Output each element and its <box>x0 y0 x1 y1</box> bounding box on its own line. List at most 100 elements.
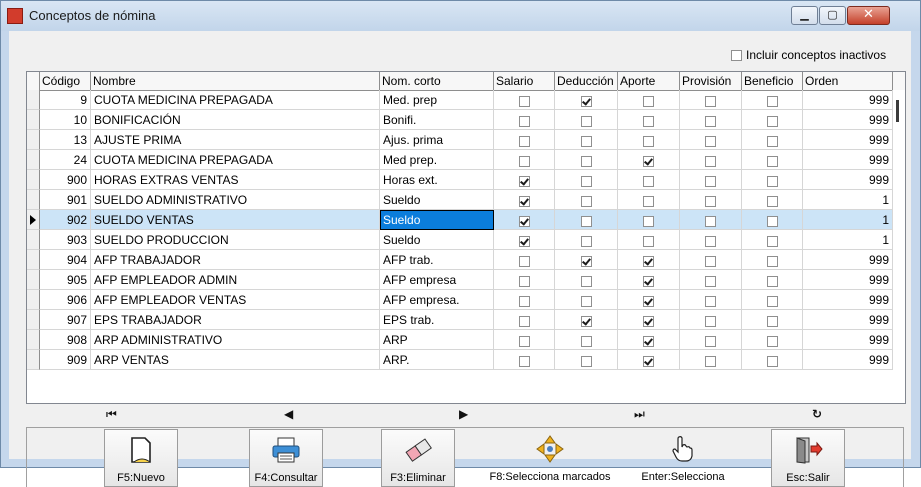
beneficio-checkbox[interactable] <box>766 155 778 167</box>
salario-checkbox[interactable] <box>518 295 530 307</box>
cell-salario[interactable] <box>494 190 555 210</box>
cell-salario[interactable] <box>494 110 555 130</box>
beneficio-checkbox[interactable] <box>766 195 778 207</box>
aporte-checkbox[interactable] <box>643 95 654 107</box>
cell-beneficio[interactable] <box>742 210 803 230</box>
cell-codigo[interactable]: 903 <box>40 230 91 250</box>
row-indicator[interactable] <box>27 350 40 370</box>
deduccion-checkbox[interactable] <box>580 275 592 287</box>
cell-aporte[interactable] <box>618 170 680 190</box>
cell-salario[interactable] <box>494 330 555 350</box>
deduccion-checkbox[interactable] <box>580 95 592 107</box>
minimize-button[interactable]: ▁ <box>791 6 818 25</box>
beneficio-checkbox[interactable] <box>766 135 778 147</box>
table-row[interactable]: 902 SUELDO VENTAS Sueldo 1 <box>27 210 893 230</box>
beneficio-checkbox[interactable] <box>766 215 778 227</box>
table-row[interactable]: 909 ARP VENTAS ARP. 999 <box>27 350 893 370</box>
last-record-icon[interactable]: ⏭ <box>634 407 645 422</box>
cell-beneficio[interactable] <box>742 250 803 270</box>
salario-checkbox[interactable] <box>518 95 530 107</box>
provision-checkbox[interactable] <box>705 315 716 327</box>
deduccion-checkbox[interactable] <box>580 295 592 307</box>
select-button[interactable]: Enter:Selecciona <box>633 429 733 487</box>
cell-orden[interactable]: 1 <box>803 190 893 210</box>
deduccion-checkbox[interactable] <box>580 195 592 207</box>
deduccion-checkbox[interactable] <box>580 235 592 247</box>
cell-codigo[interactable]: 10 <box>40 110 91 130</box>
cell-nombre[interactable]: AFP EMPLEADOR ADMIN <box>91 270 380 290</box>
provision-checkbox[interactable] <box>705 275 716 287</box>
cell-aporte[interactable] <box>618 350 680 370</box>
cell-beneficio[interactable] <box>742 270 803 290</box>
cell-aporte[interactable] <box>618 190 680 210</box>
deduccion-checkbox[interactable] <box>580 215 592 227</box>
cell-orden[interactable]: 999 <box>803 170 893 190</box>
cell-nombre-corto[interactable]: Sueldo <box>380 210 494 230</box>
cell-aporte[interactable] <box>618 150 680 170</box>
salario-checkbox[interactable] <box>518 275 530 287</box>
deduccion-checkbox[interactable] <box>580 255 592 267</box>
cell-codigo[interactable]: 907 <box>40 310 91 330</box>
cell-aporte[interactable] <box>618 270 680 290</box>
provision-checkbox[interactable] <box>705 235 716 247</box>
table-row[interactable]: 904 AFP TRABAJADOR AFP trab. 999 <box>27 250 893 270</box>
cell-beneficio[interactable] <box>742 310 803 330</box>
cell-nombre[interactable]: ARP VENTAS <box>91 350 380 370</box>
cell-provision[interactable] <box>680 270 742 290</box>
row-indicator[interactable] <box>27 250 40 270</box>
row-indicator[interactable] <box>27 170 40 190</box>
cell-deduccion[interactable] <box>555 130 618 150</box>
column-header-codigo[interactable]: Código <box>40 72 91 90</box>
provision-checkbox[interactable] <box>705 295 716 307</box>
table-row[interactable]: 10 BONIFICACIÓN Bonifi. 999 <box>27 110 893 130</box>
cell-deduccion[interactable] <box>555 170 618 190</box>
scroll-thumb[interactable] <box>896 100 899 122</box>
salario-checkbox[interactable] <box>518 135 530 147</box>
beneficio-checkbox[interactable] <box>766 255 778 267</box>
cell-nombre[interactable]: SUELDO ADMINISTRATIVO <box>91 190 380 210</box>
cell-salario[interactable] <box>494 170 555 190</box>
cell-nombre[interactable]: AFP TRABAJADOR <box>91 250 380 270</box>
cell-provision[interactable] <box>680 250 742 270</box>
deduccion-checkbox[interactable] <box>580 155 592 167</box>
cell-beneficio[interactable] <box>742 330 803 350</box>
row-indicator[interactable] <box>27 210 40 230</box>
cell-salario[interactable] <box>494 230 555 250</box>
cell-nombre[interactable]: SUELDO VENTAS <box>91 210 380 230</box>
delete-button[interactable]: F3:Eliminar <box>381 429 455 487</box>
cell-nombre-corto[interactable]: Med. prep <box>380 90 494 110</box>
table-row[interactable]: 9 CUOTA MEDICINA PREPAGADA Med. prep 999 <box>27 90 893 110</box>
cell-provision[interactable] <box>680 290 742 310</box>
table-row[interactable]: 13 AJUSTE PRIMA Ajus. prima 999 <box>27 130 893 150</box>
column-header-deduccion[interactable]: Deducción <box>555 72 618 90</box>
cell-deduccion[interactable] <box>555 210 618 230</box>
cell-nombre[interactable]: CUOTA MEDICINA PREPAGADA <box>91 150 380 170</box>
cell-provision[interactable] <box>680 190 742 210</box>
beneficio-checkbox[interactable] <box>766 175 778 187</box>
cell-orden[interactable]: 1 <box>803 230 893 250</box>
deduccion-checkbox[interactable] <box>580 315 592 327</box>
provision-checkbox[interactable] <box>705 255 716 267</box>
deduccion-checkbox[interactable] <box>580 175 592 187</box>
provision-checkbox[interactable] <box>705 335 716 347</box>
beneficio-checkbox[interactable] <box>766 315 778 327</box>
cell-aporte[interactable] <box>618 310 680 330</box>
provision-checkbox[interactable] <box>705 155 716 167</box>
cell-provision[interactable] <box>680 110 742 130</box>
column-header-provision[interactable]: Provisión <box>680 72 742 90</box>
cell-beneficio[interactable] <box>742 90 803 110</box>
select-marked-button[interactable]: F8:Selecciona marcados <box>485 429 615 487</box>
table-row[interactable]: 905 AFP EMPLEADOR ADMIN AFP empresa 999 <box>27 270 893 290</box>
cell-nombre-corto[interactable]: Ajus. prima <box>380 130 494 150</box>
cell-provision[interactable] <box>680 90 742 110</box>
aporte-checkbox[interactable] <box>643 275 654 287</box>
aporte-checkbox[interactable] <box>643 215 654 227</box>
cell-deduccion[interactable] <box>555 310 618 330</box>
row-indicator[interactable] <box>27 330 40 350</box>
cell-nombre-corto[interactable]: ARP. <box>380 350 494 370</box>
salario-checkbox[interactable] <box>518 255 530 267</box>
cell-salario[interactable] <box>494 90 555 110</box>
cell-provision[interactable] <box>680 350 742 370</box>
cell-nombre-corto[interactable]: Horas ext. <box>380 170 494 190</box>
table-row[interactable]: 906 AFP EMPLEADOR VENTAS AFP empresa. 999 <box>27 290 893 310</box>
